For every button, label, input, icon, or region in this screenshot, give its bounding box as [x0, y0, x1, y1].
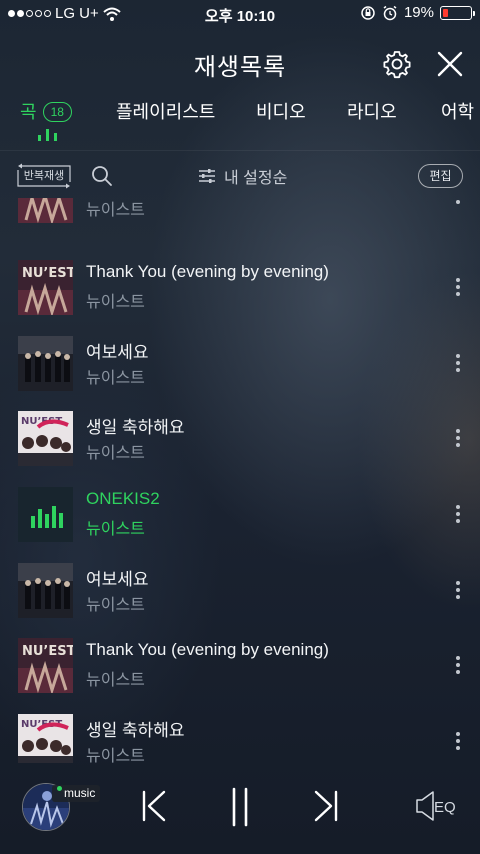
next-track-icon[interactable] [310, 788, 342, 824]
track-artist: 뉴이스트 [86, 521, 145, 538]
track-artist: 뉴이스트 [86, 748, 145, 763]
track-artist: 뉴이스트 [86, 294, 145, 311]
album-art: NU’EST [18, 714, 73, 763]
track-title: 생일 축하해요 [86, 418, 185, 437]
more-options-icon[interactable] [454, 354, 462, 376]
divider [0, 150, 480, 151]
track-row[interactable]: ONEKIS2 뉴이스트 [0, 487, 480, 562]
track-list[interactable]: NU’ESTREMIND (Your Love + True Love) (Ol… [0, 198, 480, 763]
alarm-icon [383, 5, 397, 20]
track-row[interactable]: 여보세요뉴이스트 [0, 563, 480, 638]
settings-gear-icon[interactable] [381, 48, 413, 80]
album-art: NU’EST [18, 198, 73, 223]
track-artist: 뉴이스트 [86, 445, 145, 462]
battery-percent: 19% [403, 4, 434, 21]
repeat-button[interactable]: 반복재생 [16, 162, 72, 190]
track-artist: 뉴이스트 [86, 597, 145, 614]
track-row[interactable]: 여보세요뉴이스트 [0, 336, 480, 411]
album-art: NU’EST [18, 638, 73, 693]
track-artist: 뉴이스트 [86, 370, 145, 387]
more-options-icon[interactable] [454, 656, 462, 678]
album-art [18, 336, 73, 391]
repeat-label: 반복재생 [23, 170, 65, 182]
track-title: 여보세요 [86, 343, 149, 362]
rotation-lock-icon [361, 5, 375, 20]
edit-button[interactable]: 편집 [418, 164, 463, 188]
album-art: NU’EST [18, 411, 73, 466]
track-artist: 뉴이스트 [86, 672, 145, 689]
sort-sliders-icon [199, 169, 215, 183]
now-playing-indicator-icon [38, 127, 58, 141]
speaker-icon [416, 791, 434, 821]
track-title: 생일 축하해요 [86, 721, 185, 740]
sort-button[interactable]: 내 설정순 [198, 163, 287, 189]
track-row[interactable]: NU’EST Thank You (evening by evening) 뉴이스트 [0, 638, 480, 713]
tab-language[interactable]: 어학 [441, 98, 474, 124]
more-options-icon[interactable] [454, 732, 462, 754]
tab-songs[interactable]: 곡 18 [20, 98, 72, 124]
music-tag: music [52, 785, 101, 802]
svg-text:NU’EST: NU’EST [22, 644, 73, 659]
category-tabs: 곡 18 플레이리스트 비디오 라디오 어학 [0, 98, 480, 148]
equalizer-button[interactable]: EQ [414, 790, 460, 824]
more-options-icon[interactable] [454, 198, 462, 208]
battery-icon [440, 5, 475, 20]
track-title: ONEKIS2 [86, 489, 160, 508]
track-title: 여보세요 [86, 570, 149, 589]
song-count-badge: 18 [42, 102, 72, 122]
more-options-icon[interactable] [454, 429, 462, 451]
eq-label: EQ [434, 799, 456, 816]
album-art [18, 487, 73, 542]
track-title: Thank You (evening by evening) [86, 640, 329, 659]
previous-track-icon[interactable] [138, 788, 170, 824]
sort-label: 내 설정순 [224, 170, 288, 187]
track-row[interactable]: NU’EST 생일 축하해요뉴이스트 [0, 411, 480, 486]
pause-icon[interactable] [224, 786, 256, 828]
status-bar: LG U+ 오후 10:10 19% [0, 0, 480, 28]
track-artist: 뉴이스트 [86, 202, 145, 219]
album-art [18, 563, 73, 618]
svg-text:NU’EST: NU’EST [22, 266, 73, 281]
search-icon[interactable] [91, 165, 113, 187]
close-icon[interactable] [434, 48, 466, 80]
track-row[interactable]: NU’EST 생일 축하해요뉴이스트 [0, 714, 480, 763]
more-options-icon[interactable] [454, 581, 462, 603]
tab-video[interactable]: 비디오 [256, 98, 306, 124]
tab-playlists[interactable]: 플레이리스트 [116, 98, 215, 124]
mini-player: music EQ [0, 770, 480, 854]
tab-radio[interactable]: 라디오 [347, 98, 397, 124]
more-options-icon[interactable] [454, 278, 462, 300]
track-row[interactable]: NU’ESTREMIND (Your Love + True Love) (Ol… [0, 198, 480, 243]
track-title: Thank You (evening by evening) [86, 262, 329, 281]
track-row[interactable]: NU’EST Thank You (evening by evening) 뉴이스트 [0, 260, 480, 335]
more-options-icon[interactable] [454, 505, 462, 527]
album-art: NU’EST [18, 260, 73, 315]
